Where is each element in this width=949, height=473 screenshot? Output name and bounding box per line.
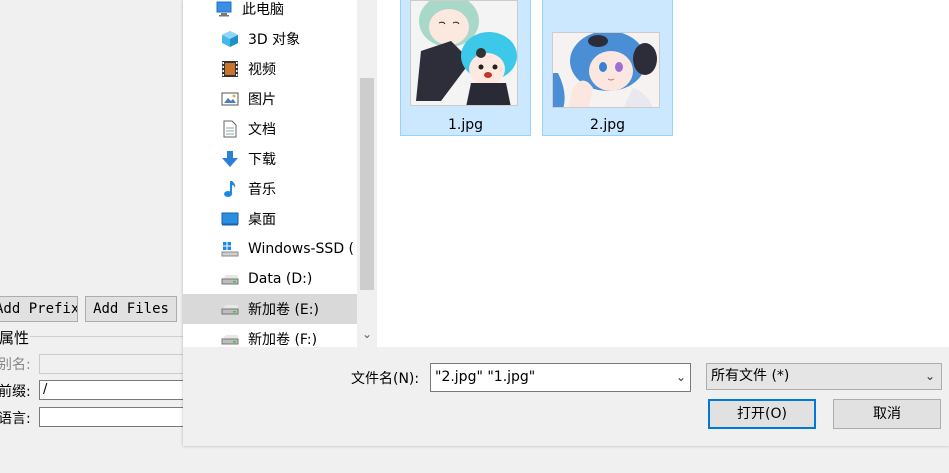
- prefix-field[interactable]: /: [39, 380, 199, 400]
- nav-item-volume-e[interactable]: 新加卷 (E:): [183, 294, 357, 324]
- nav-item-this-pc[interactable]: 此电脑: [183, 0, 357, 24]
- drive-icon: [221, 330, 239, 347]
- chevron-down-icon[interactable]: ⌄: [361, 327, 373, 341]
- music-icon: [221, 180, 239, 198]
- windows-drive-icon: [221, 240, 239, 258]
- attributes-groupbox-title: 属性: [0, 329, 30, 347]
- file-name-label: 2.jpg: [589, 117, 626, 133]
- filename-input[interactable]: "2.jpg" "1.jpg" ⌄: [430, 363, 691, 392]
- language-field[interactable]: [39, 407, 199, 427]
- filetype-value: 所有文件 (*): [711, 368, 790, 384]
- nav-item-volume-f[interactable]: 新加卷 (F:): [183, 324, 357, 347]
- filename-label: 文件名(N):: [351, 371, 420, 387]
- drive-icon: [221, 300, 239, 318]
- image-thumbnail: [410, 0, 518, 106]
- file-list-pane: 1.jpg 2.jpg: [377, 0, 949, 347]
- nav-item-windows-ssd[interactable]: Windows-SSD (: [183, 234, 357, 264]
- documents-icon: [221, 120, 239, 138]
- video-icon: [221, 60, 239, 78]
- groupbox-border: [30, 336, 190, 337]
- pictures-icon: [221, 90, 239, 108]
- file-name-label: 1.jpg: [447, 117, 484, 133]
- dialog-bottom-bar: 文件名(N): "2.jpg" "1.jpg" ⌄ 所有文件 (*) ⌄ 打开(…: [183, 347, 949, 446]
- nav-item-downloads[interactable]: 下载: [183, 144, 357, 174]
- nav-item-music[interactable]: 音乐: [183, 174, 357, 204]
- open-button[interactable]: 打开(O): [708, 399, 816, 429]
- drive-icon: [221, 270, 239, 288]
- scrollbar-thumb[interactable]: [360, 78, 374, 290]
- nav-item-desktop[interactable]: 桌面: [183, 204, 357, 234]
- pc-icon: [215, 0, 233, 18]
- prefix-label: 前缀:: [0, 384, 31, 400]
- nav-item-3d-objects[interactable]: 3D 对象: [183, 24, 357, 54]
- nav-item-pictures[interactable]: 图片: [183, 84, 357, 114]
- nav-item-documents[interactable]: 文档: [183, 114, 357, 144]
- 3d-objects-icon: [221, 30, 239, 48]
- language-label: 语言:: [0, 411, 31, 427]
- navigation-pane: 此电脑 3D 对象 视频 图片 文档 下载 音乐 桌面 Windows-SSD …: [183, 0, 377, 347]
- nav-item-data-d[interactable]: Data (D:): [183, 264, 357, 294]
- add-files-button[interactable]: Add Files: [85, 296, 177, 322]
- cancel-button[interactable]: 取消: [833, 399, 941, 429]
- image-thumbnail: [552, 32, 660, 108]
- add-prefix-button[interactable]: Add Prefix: [0, 296, 78, 322]
- open-file-dialog: 此电脑 3D 对象 视频 图片 文档 下载 音乐 桌面 Windows-SSD …: [183, 0, 949, 446]
- desktop-icon: [221, 210, 239, 228]
- alias-field[interactable]: [39, 354, 199, 374]
- download-icon: [221, 150, 239, 168]
- alias-label: 别名:: [0, 357, 31, 373]
- chevron-down-icon[interactable]: ⌄: [925, 364, 935, 389]
- file-item-2[interactable]: 2.jpg: [542, 0, 673, 136]
- filename-value: "2.jpg" "1.jpg": [435, 369, 536, 385]
- file-item-1[interactable]: 1.jpg: [400, 0, 531, 136]
- filetype-select[interactable]: 所有文件 (*) ⌄: [706, 363, 942, 390]
- nav-scrollbar[interactable]: ⌄: [357, 0, 377, 347]
- nav-item-video[interactable]: 视频: [183, 54, 357, 84]
- chevron-down-icon[interactable]: ⌄: [676, 364, 686, 391]
